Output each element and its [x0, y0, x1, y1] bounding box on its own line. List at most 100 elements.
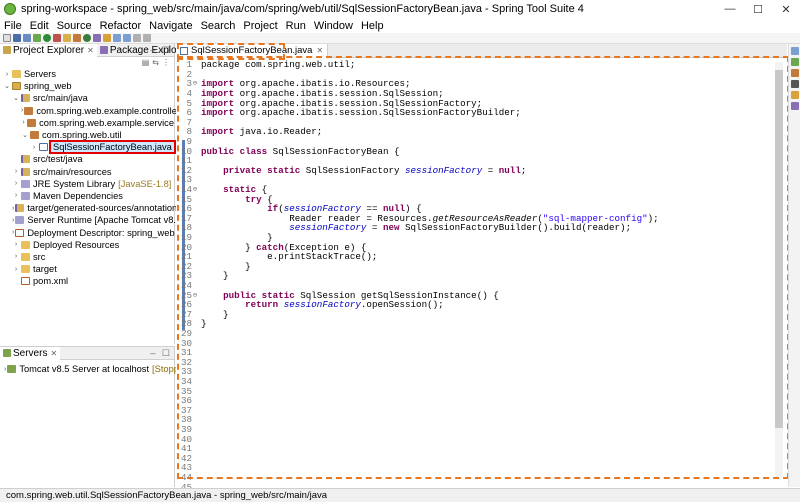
tree-item[interactable]: › Deployment Descriptor: spring_web [0, 226, 175, 238]
tree-item[interactable]: › target [0, 263, 174, 275]
close-icon[interactable]: ✕ [316, 46, 323, 55]
java-file-icon [180, 46, 188, 55]
code-editor[interactable]: 1 package com.spring.web.util; 2 3 ⊖ import o… [176, 58, 787, 493]
code-line: 26 return sessionFactory.openSession(); [176, 299, 774, 310]
tree-item[interactable]: ⌄ src/main/java [0, 92, 174, 104]
editor-tab-label: SqlSessionFactoryBean.java [191, 45, 313, 56]
tree-item-decoration: [JavaSE-1.8] [118, 178, 172, 189]
tree-item[interactable]: › src/main/resources [0, 166, 174, 178]
chevron-right-icon[interactable]: › [12, 241, 20, 248]
tree-item[interactable]: › Servers [0, 68, 174, 80]
expand-icon[interactable]: › [4, 366, 6, 373]
new-java-project-icon[interactable] [63, 34, 71, 42]
chevron-right-icon[interactable]: › [12, 229, 14, 236]
tree-item[interactable]: › target/generated-sources/annotations [0, 202, 182, 214]
window-title: spring-workspace - spring_web/src/main/j… [21, 3, 584, 15]
chevron-right-icon[interactable]: › [12, 168, 20, 175]
tree-item[interactable]: › Maven Dependencies [0, 190, 174, 202]
menu-source[interactable]: Source [53, 20, 96, 32]
tree-item[interactable]: › com.spring.web.example.service [0, 117, 174, 129]
save-icon[interactable] [13, 34, 21, 42]
search-icon[interactable] [103, 34, 111, 42]
close-icon[interactable]: ✕ [50, 349, 57, 358]
minimize-maximize-icon[interactable]: – ☐ [150, 348, 172, 359]
scrollbar-thumb[interactable] [775, 70, 783, 428]
tree-item[interactable]: › com.spring.web.example.controller [0, 105, 180, 117]
xml-icon [21, 277, 30, 286]
chevron-down-icon[interactable]: ⌄ [21, 131, 29, 139]
menu-edit[interactable]: Edit [26, 20, 53, 32]
code-line: 32 [176, 357, 774, 368]
code-line: 29 [176, 328, 774, 339]
chevron-right-icon[interactable]: › [21, 107, 23, 114]
external-tools-icon[interactable] [53, 34, 61, 42]
tree-item[interactable]: › SqlSessionFactoryBean.java [0, 140, 176, 155]
run-icon[interactable] [43, 34, 51, 42]
chevron-down-icon[interactable]: ⌄ [3, 82, 11, 90]
back-icon[interactable] [133, 34, 141, 42]
srcfolder-icon [21, 167, 30, 176]
chevron-right-icon[interactable]: › [12, 205, 14, 212]
editor-tab-sqlsessionfactorybean[interactable]: SqlSessionFactoryBean.java ✕ [176, 43, 329, 58]
code-line: 37 [176, 405, 774, 416]
tree-item[interactable]: › src [0, 251, 174, 263]
view-menu-icon[interactable]: ⋮ [162, 58, 170, 67]
minimize-maximize-icon[interactable]: – ☐ [150, 45, 172, 56]
open-type-icon[interactable] [93, 34, 101, 42]
new-class-icon[interactable] [83, 34, 91, 42]
tree-item[interactable]: ⌄ spring_web [0, 80, 174, 92]
tree-item[interactable]: › JRE System Library [JavaSE-1.8] [0, 178, 174, 190]
code-line: 6 import org.apache.ibatis.session.SqlSes… [176, 107, 774, 118]
chevron-down-icon[interactable]: ⌄ [12, 94, 20, 102]
chevron-right-icon[interactable]: › [30, 144, 38, 151]
save-all-icon[interactable] [23, 34, 31, 42]
menu-search[interactable]: Search [197, 20, 240, 32]
close-button[interactable]: ✕ [772, 0, 800, 18]
menu-project[interactable]: Project [239, 20, 281, 32]
chevron-right-icon[interactable]: › [12, 192, 20, 199]
link-editor-icon[interactable]: ⇆ [152, 58, 159, 67]
menu-navigate[interactable]: Navigate [145, 20, 196, 32]
chevron-right-icon[interactable]: › [21, 119, 26, 126]
tab-servers[interactable]: Servers ✕ [0, 346, 61, 360]
minimize-button[interactable]: — [716, 0, 744, 18]
vertical-scrollbar[interactable] [775, 62, 783, 477]
chevron-right-icon[interactable]: › [3, 71, 11, 78]
debug-icon[interactable] [33, 34, 41, 42]
menu-help[interactable]: Help [357, 20, 388, 32]
tree-item[interactable]: › Server Runtime [Apache Tomcat v8.5] [0, 214, 184, 226]
app-icon [4, 3, 16, 15]
outline-icon[interactable] [790, 47, 799, 55]
chevron-right-icon[interactable]: › [12, 253, 20, 260]
menu-refactor[interactable]: Refactor [96, 20, 146, 32]
console-icon[interactable] [790, 80, 799, 88]
chevron-right-icon[interactable]: › [12, 266, 20, 273]
srcfolder-icon [21, 94, 30, 103]
menu-window[interactable]: Window [310, 20, 357, 32]
close-icon[interactable]: ✕ [87, 46, 94, 55]
progress-icon[interactable] [790, 102, 799, 110]
code-line: 33 [176, 366, 774, 377]
menu-run[interactable]: Run [282, 20, 310, 32]
new-package-icon[interactable] [73, 34, 81, 42]
chevron-right-icon[interactable]: › [12, 217, 14, 224]
tree-item[interactable]: pom.xml [0, 275, 174, 287]
problems-icon[interactable] [790, 91, 799, 99]
chevron-right-icon[interactable]: › [12, 180, 20, 187]
prev-annotation-icon[interactable] [123, 34, 131, 42]
forward-icon[interactable] [143, 34, 151, 42]
collapse-all-icon[interactable]: ▤ [142, 58, 150, 67]
boot-dashboard-icon[interactable] [790, 69, 799, 77]
maximize-button[interactable]: ☐ [744, 0, 772, 18]
new-icon[interactable] [3, 34, 11, 42]
server-item[interactable]: › Tomcat v8.5 Server at localhost [Stopp… [0, 363, 192, 375]
code-line: 43 [176, 462, 774, 473]
tree-item[interactable]: ⌄ com.spring.web.util [0, 129, 174, 141]
tree-item[interactable]: src/test/java [0, 153, 174, 165]
tree-item[interactable]: › Deployed Resources [0, 239, 174, 251]
tree-item-label: src/test/java [33, 154, 83, 165]
next-annotation-icon[interactable] [113, 34, 121, 42]
menu-file[interactable]: File [0, 20, 26, 32]
task-list-icon[interactable] [790, 58, 799, 66]
tab-project-explorer[interactable]: Project Explorer ✕ [0, 43, 97, 57]
